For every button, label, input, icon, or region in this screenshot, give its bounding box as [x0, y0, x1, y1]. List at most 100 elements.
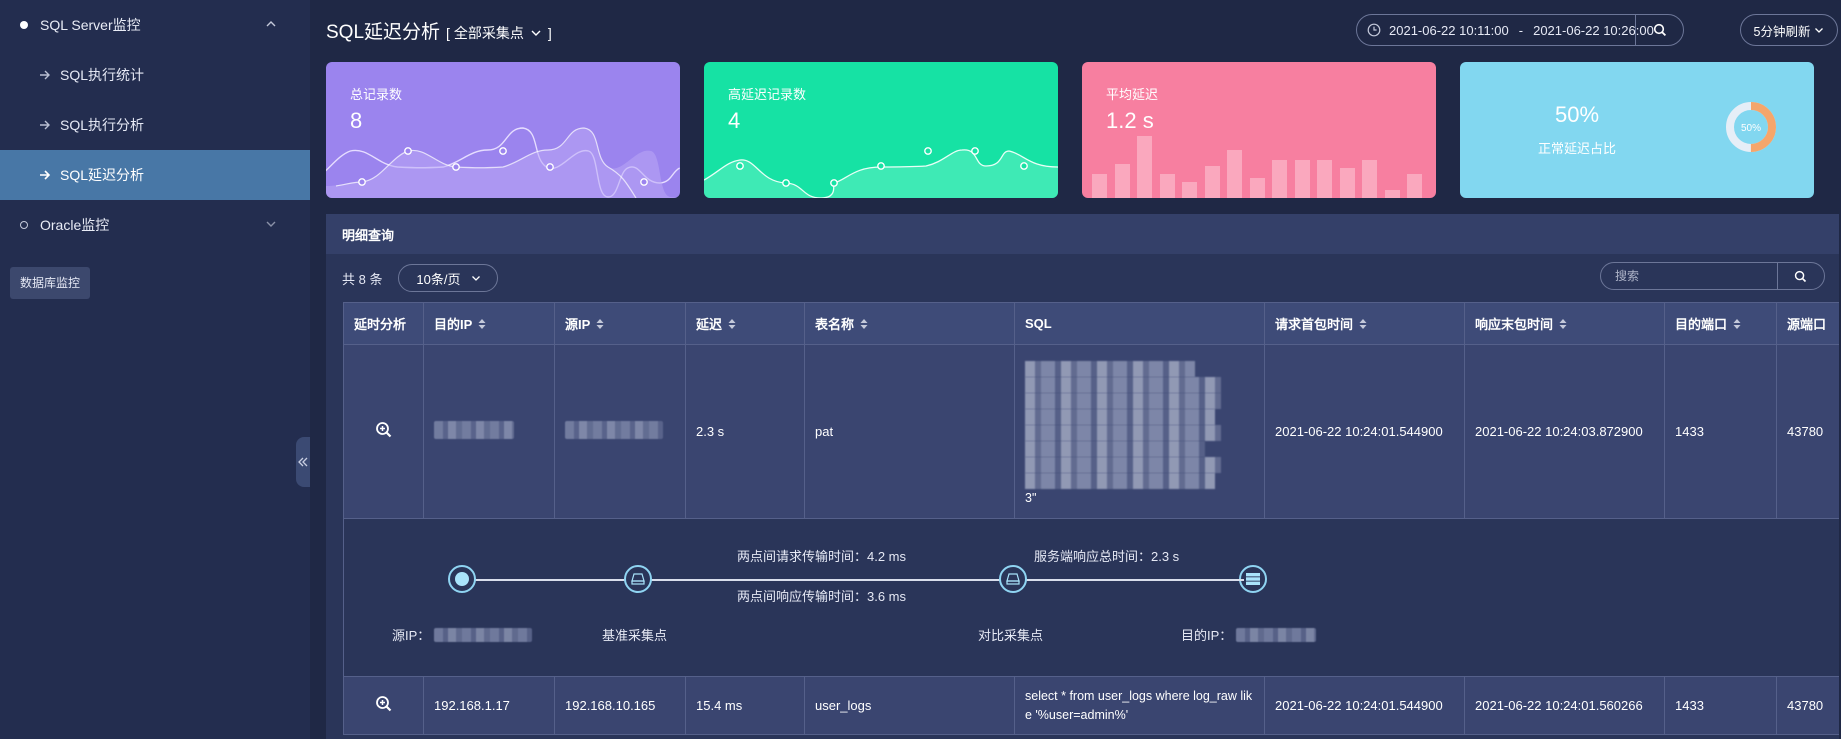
date-range-picker[interactable]: 2021-06-22 10:11:00 - 2021-06-22 10:26:0…	[1356, 14, 1684, 46]
search-icon	[1794, 270, 1806, 282]
card-normal-latency-ratio: 50% 正常延迟占比 50%	[1460, 62, 1814, 198]
base-point-label: 基准采集点	[602, 628, 668, 643]
sort-icon	[860, 319, 868, 329]
chevron-down-icon	[531, 30, 541, 36]
dot-icon	[20, 21, 28, 29]
dst-ip-cell: 192.168.1.17	[423, 676, 555, 735]
col-dst-ip[interactable]: 目的IP	[423, 302, 555, 345]
latency-flow-cell: 两点间请求传输时间：4.2 ms 两点间响应传输时间：3.6 ms 服务端响应总…	[343, 518, 1839, 677]
sort-icon	[728, 319, 736, 329]
sidebar-item-sql-exec-stats[interactable]: SQL执行统计	[0, 50, 310, 100]
scope-label: 全部采集点	[453, 25, 524, 41]
total-records-label: 总记录数	[350, 87, 403, 102]
page-title: SQL延迟分析	[326, 22, 441, 43]
date-separator: -	[1518, 22, 1524, 38]
col-response-time[interactable]: 响应末包时间	[1464, 302, 1665, 345]
collection-point-selector[interactable]: [ 全部采集点 ]	[446, 23, 552, 43]
page-size-select[interactable]: 10条/页	[398, 264, 499, 292]
table-header-row: 延时分析 目的IP 源IP 延迟 表名称 SQL 请求首包时间 响应末包时间 目…	[343, 302, 1839, 345]
detail-query-panel: 明细查询 共 8 条 10条/页 延时分析 目的IP 源IP 延迟 表名称	[326, 214, 1839, 739]
arrow-right-icon	[40, 170, 51, 180]
arrow-right-icon	[40, 120, 50, 130]
dst-port-cell: 1433	[1664, 344, 1777, 519]
card-average-latency: 平均延迟 1.2 s	[1082, 62, 1436, 198]
total-count: 共 8 条	[342, 271, 383, 287]
sort-icon	[1559, 319, 1567, 329]
source-node-icon	[448, 565, 476, 593]
col-request-time[interactable]: 请求首包时间	[1264, 302, 1465, 345]
response-time-cell: 2021-06-22 10:24:01.560266	[1464, 676, 1665, 735]
request-transfer-time: 两点间请求传输时间：4.2 ms	[737, 549, 907, 564]
search-button[interactable]	[1777, 263, 1822, 289]
masked-ip	[434, 628, 533, 642]
col-src-ip[interactable]: 源IP	[554, 302, 686, 345]
latency-table: 延时分析 目的IP 源IP 延迟 表名称 SQL 请求首包时间 响应末包时间 目…	[343, 302, 1839, 735]
menu-group-label: SQL Server监控	[40, 17, 141, 33]
col-label: 目的端口	[1675, 317, 1728, 332]
chevron-down-icon	[471, 276, 480, 281]
detail-search	[1600, 262, 1825, 290]
menu-group-sqlserver[interactable]: SQL Server监控	[0, 0, 310, 50]
masked-ip	[434, 421, 514, 439]
sql-cell: 3"	[1014, 344, 1265, 519]
sort-icon	[596, 319, 604, 329]
col-latency-analysis: 延时分析	[343, 302, 424, 345]
flow-line-tail	[1104, 579, 1244, 581]
zoom-in-icon[interactable]	[375, 421, 393, 439]
masked-ip	[1236, 628, 1317, 642]
table-row: 192.168.1.17 192.168.10.165 15.4 ms user…	[343, 676, 1839, 735]
scope-bracket-open: [	[446, 25, 450, 41]
menu-group-oracle[interactable]: Oracle监控	[0, 200, 310, 250]
date-search-button[interactable]	[1635, 15, 1683, 45]
sql-tail: 3"	[1025, 491, 1037, 505]
card-high-latency-records: 高延迟记录数 4	[704, 62, 1058, 198]
col-dst-port[interactable]: 目的端口	[1664, 302, 1777, 345]
normal-latency-label: 正常延迟占比	[1537, 141, 1616, 156]
latency-flow-diagram: 两点间请求传输时间：4.2 ms 两点间响应传输时间：3.6 ms 服务端响应总…	[344, 519, 1839, 677]
double-chevron-left-icon	[298, 457, 308, 467]
refresh-interval-select[interactable]: 5分钟刷新	[1740, 14, 1838, 46]
chevron-down-icon[interactable]	[264, 217, 278, 231]
sort-icon	[1359, 319, 1367, 329]
normal-latency-percent: 50%	[1554, 102, 1600, 127]
col-label: 目的IP	[434, 317, 473, 332]
table-name-cell: pat	[804, 344, 1015, 519]
table-name-cell: user_logs	[804, 676, 1015, 735]
src-port-cell: 43780	[1776, 344, 1839, 519]
col-table-name[interactable]: 表名称	[804, 302, 1015, 345]
circle-icon	[20, 221, 28, 229]
masked-ip	[565, 421, 663, 439]
col-sql: SQL	[1014, 302, 1265, 345]
col-label: 延迟	[696, 317, 723, 332]
sql-cell: select * from user_logs where log_raw li…	[1014, 676, 1265, 735]
db-monitor-button[interactable]: 数据库监控	[10, 267, 91, 299]
chevron-up-icon[interactable]	[264, 17, 278, 31]
response-time-cell: 2021-06-22 10:24:03.872900	[1464, 344, 1665, 519]
server-total-time: 服务端响应总时间：2.3 s	[1034, 549, 1180, 564]
total-records-sparkline	[326, 127, 680, 198]
sidebar-item-sql-exec-analysis[interactable]: SQL执行分析	[0, 100, 310, 150]
sidebar-item-sql-latency-analysis[interactable]: SQL延迟分析	[0, 150, 310, 200]
src-port-cell: 43780	[1776, 676, 1839, 735]
search-icon	[1653, 23, 1666, 37]
menu-group-label: Oracle监控	[40, 217, 110, 233]
sort-icon	[1733, 319, 1741, 329]
table-row: 2.3 s pat 3" 2021-06-22 10:24:01.544900 …	[343, 344, 1839, 519]
search-input[interactable]	[1601, 269, 1777, 283]
clock-icon	[1367, 23, 1381, 37]
collapse-sidebar-handle[interactable]	[296, 437, 310, 487]
latency-cell: 2.3 s	[685, 344, 805, 519]
col-label: 源IP	[565, 317, 591, 332]
src-ip-cell	[554, 344, 686, 519]
latency-analysis-cell	[343, 344, 424, 519]
zoom-in-icon[interactable]	[375, 695, 393, 713]
arrow-right-icon	[40, 70, 50, 80]
normal-latency-donut: 50%	[1726, 102, 1776, 152]
sidebar-item-label: SQL执行统计	[60, 67, 145, 83]
request-time-cell: 2021-06-22 10:24:01.544900	[1264, 344, 1465, 519]
flow-row: 两点间请求传输时间：4.2 ms 两点间响应传输时间：3.6 ms 服务端响应总…	[343, 518, 1839, 677]
refresh-label: 5分钟刷新	[1753, 24, 1811, 39]
sidebar-item-label: SQL延迟分析	[60, 167, 145, 183]
high-latency-sparkline	[704, 147, 1058, 198]
col-latency[interactable]: 延迟	[685, 302, 805, 345]
